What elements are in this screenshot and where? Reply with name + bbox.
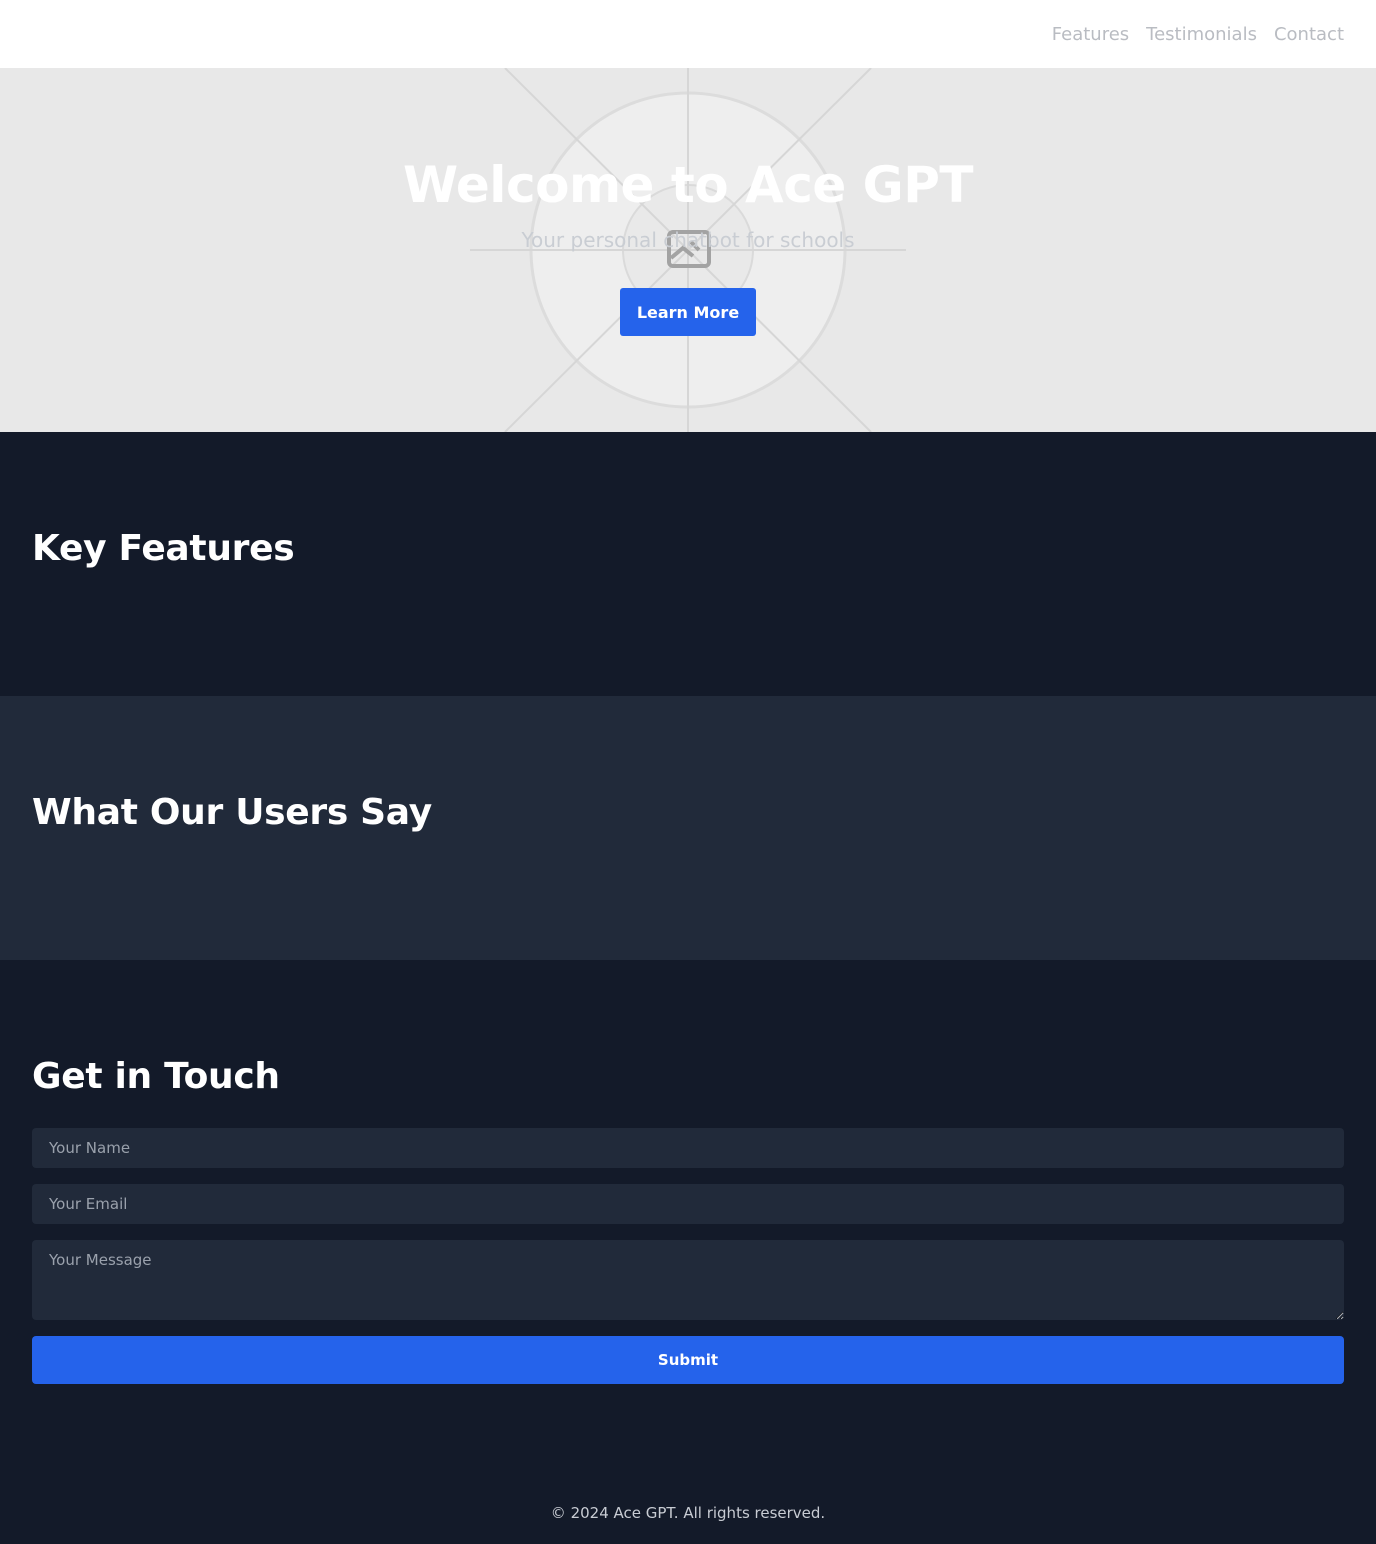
hero-subtitle: Your personal chatbot for schools	[521, 228, 855, 252]
features-section: Key Features	[0, 432, 1376, 696]
learn-more-button[interactable]: Learn More	[620, 288, 756, 336]
nav-link-features[interactable]: Features	[1052, 24, 1129, 45]
hero-section: Welcome to Ace GPT Your personal chatbot…	[0, 68, 1376, 432]
submit-button[interactable]: Submit	[32, 1336, 1344, 1384]
email-input[interactable]	[32, 1184, 1344, 1224]
copyright-text: © 2024 Ace GPT. All rights reserved.	[550, 1504, 826, 1522]
site-header: Features Testimonials Contact	[0, 0, 1376, 68]
testimonials-title: What Our Users Say	[32, 792, 432, 833]
testimonials-section: What Our Users Say	[0, 696, 1376, 960]
name-input[interactable]	[32, 1128, 1344, 1168]
landing-page: Features Testimonials Contact Welcome to…	[0, 0, 1376, 1544]
main-nav: Features Testimonials Contact	[1052, 0, 1344, 68]
hero-title: Welcome to Ace GPT	[403, 156, 973, 214]
nav-link-contact[interactable]: Contact	[1274, 24, 1344, 45]
contact-title: Get in Touch	[32, 1056, 280, 1097]
nav-link-testimonials[interactable]: Testimonials	[1146, 24, 1257, 45]
message-textarea[interactable]	[32, 1240, 1344, 1320]
features-title: Key Features	[32, 528, 295, 569]
site-footer: © 2024 Ace GPT. All rights reserved.	[0, 1480, 1376, 1544]
contact-section: Get in Touch Submit	[0, 960, 1376, 1430]
